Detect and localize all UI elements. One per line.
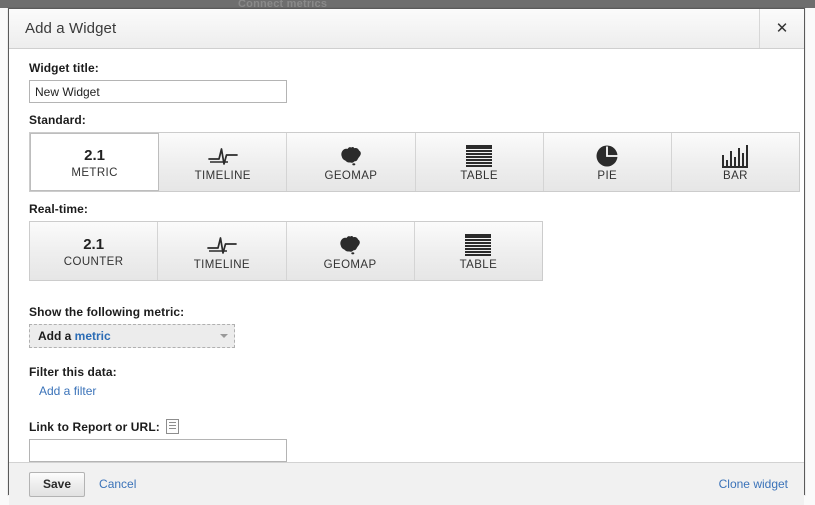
- widget-type-metric-standard_types[interactable]: 2.1 METRIC: [30, 133, 160, 191]
- widget-type-counter-realtime_types[interactable]: 2.1 COUNTER: [30, 222, 159, 280]
- save-button[interactable]: Save: [29, 471, 86, 497]
- widget-type-label: COUNTER: [63, 256, 124, 268]
- filter-section-label: Filter this data:: [29, 365, 117, 379]
- realtime-section-label: Real-time:: [29, 202, 89, 216]
- standard-section-label: Standard:: [29, 113, 86, 127]
- widget-type-label: METRIC: [71, 167, 118, 179]
- link-section-label: Link to Report or URL:: [29, 419, 160, 434]
- close-icon: ✕: [775, 19, 789, 37]
- widget-type-table-standard_types[interactable]: TABLE: [415, 133, 544, 191]
- widget-type-geomap-standard_types[interactable]: GEOMAP: [287, 133, 416, 191]
- widget-type-bar-standard_types[interactable]: BAR: [671, 133, 800, 191]
- metric-select-prefix: Add a: [38, 329, 75, 343]
- table-icon: [465, 232, 492, 258]
- metric-select-link: metric: [74, 329, 111, 343]
- dialog-title: Add a Widget: [25, 20, 117, 37]
- widget-type-timeline-realtime_types[interactable]: TIMELINE: [158, 222, 287, 280]
- widget-type-label: GEOMAP: [323, 258, 377, 271]
- widget-type-label: GEOMAP: [324, 169, 378, 182]
- widget-title-label: Widget title:: [29, 61, 99, 75]
- dialog-body: Widget title: Standard: 2.1 METRIC TIMELIN…: [9, 49, 804, 462]
- widget-type-table-realtime_types[interactable]: TABLE: [414, 222, 542, 280]
- standard-widget-type-row: 2.1 METRIC TIMELINE GEOMAP TABLE PIE BAR: [29, 132, 800, 192]
- link-section-header: Link to Report or URL:: [29, 419, 784, 434]
- link-url-input[interactable]: [29, 439, 287, 462]
- widget-type-label: BAR: [723, 169, 748, 182]
- widget-type-label: TIMELINE: [194, 169, 251, 182]
- close-button[interactable]: ✕: [759, 9, 804, 48]
- widget-type-label: PIE: [597, 169, 618, 182]
- number-2-1-icon: 2.1: [83, 236, 105, 253]
- add-widget-dialog: Add a Widget ✕ Widget title: Standard: 2…: [8, 8, 805, 505]
- bar-chart-icon: [722, 143, 749, 169]
- chevron-down-icon: [220, 334, 228, 338]
- metric-select-label: Add a metric: [38, 329, 220, 343]
- table-icon: [466, 143, 493, 169]
- page-background-strip: [0, 0, 815, 8]
- geomap-icon: [338, 143, 364, 169]
- dialog-footer: Save Cancel Clone widget: [9, 462, 804, 505]
- timeline-icon: [207, 232, 237, 258]
- widget-type-label: TIMELINE: [193, 258, 250, 271]
- widget-title-input[interactable]: [29, 80, 287, 103]
- cancel-link[interactable]: Cancel: [99, 477, 136, 491]
- widget-type-timeline-standard_types[interactable]: TIMELINE: [159, 133, 288, 191]
- widget-type-geomap-realtime_types[interactable]: GEOMAP: [286, 222, 415, 280]
- pie-chart-icon: [595, 143, 619, 169]
- clone-widget-link[interactable]: Clone widget: [719, 477, 788, 491]
- widget-type-label: TABLE: [460, 169, 498, 182]
- realtime-widget-type-row: 2.1 COUNTER TIMELINE GEOMAP TABLE: [29, 221, 543, 281]
- add-filter-link[interactable]: Add a filter: [39, 384, 96, 398]
- report-icon[interactable]: [165, 419, 179, 434]
- dialog-titlebar: Add a Widget ✕: [9, 9, 804, 49]
- widget-type-pie-standard_types[interactable]: PIE: [543, 133, 672, 191]
- metric-select[interactable]: Add a metric: [29, 324, 235, 348]
- geomap-icon: [337, 232, 363, 258]
- metric-section-label: Show the following metric:: [29, 305, 185, 319]
- number-2-1-icon: 2.1: [84, 147, 106, 164]
- timeline-icon: [207, 143, 238, 169]
- widget-type-label: TABLE: [459, 258, 498, 271]
